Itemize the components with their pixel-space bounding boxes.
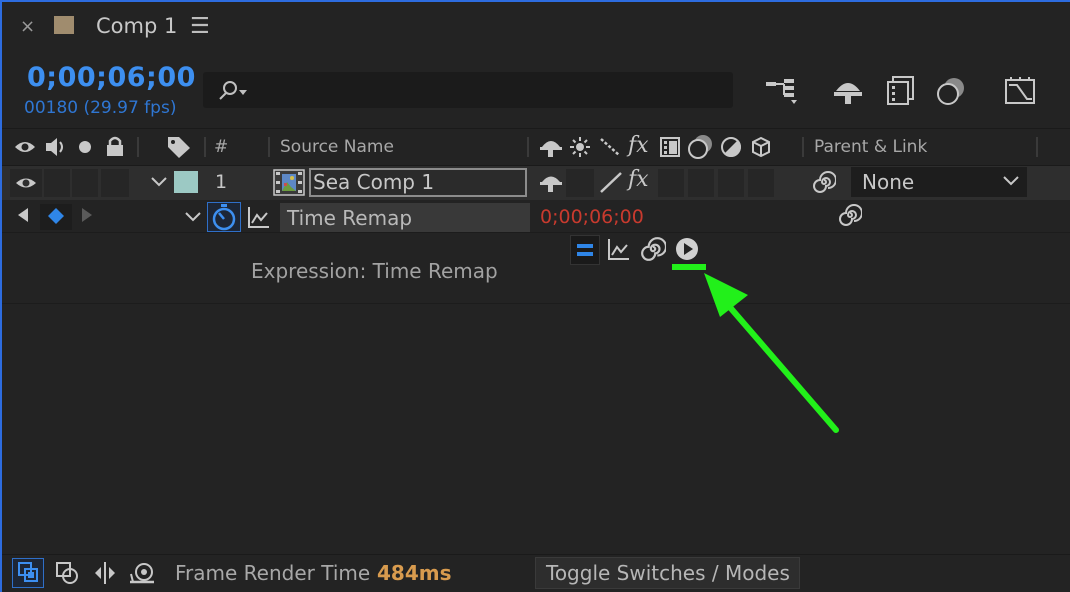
comp-flowchart-icon[interactable] bbox=[762, 74, 802, 108]
layer-label-swatch[interactable] bbox=[174, 171, 198, 193]
graph-editor-icon[interactable] bbox=[1000, 74, 1040, 108]
annotation-arrow bbox=[672, 264, 839, 433]
graph-editor-toggle-icon[interactable] bbox=[247, 205, 271, 229]
header-divider bbox=[802, 137, 804, 157]
frame-blending-icon[interactable] bbox=[881, 74, 921, 108]
frame-count-display: 00180 (29.97 fps) bbox=[24, 98, 177, 118]
in-out-stretch-icon[interactable] bbox=[92, 560, 118, 586]
prev-keyframe-icon[interactable] bbox=[16, 207, 30, 223]
layer-3d-switch[interactable] bbox=[748, 169, 774, 197]
property-pick-whip-icon[interactable] bbox=[838, 203, 862, 227]
parent-selected-value: None bbox=[862, 170, 915, 194]
parent-dropdown-chevron-icon[interactable] bbox=[1002, 175, 1020, 187]
collapse-sun-icon[interactable] bbox=[569, 136, 591, 158]
frame-render-time-value: 484ms bbox=[377, 561, 452, 585]
close-tab-icon[interactable]: × bbox=[20, 16, 35, 37]
motion-blur-switch-icon[interactable] bbox=[687, 134, 715, 160]
stopwatch-icon[interactable] bbox=[211, 203, 237, 231]
layer-eye-icon[interactable] bbox=[14, 174, 38, 192]
video-eye-icon[interactable] bbox=[13, 137, 37, 157]
precomp-footage-icon bbox=[273, 169, 305, 196]
next-keyframe-icon[interactable] bbox=[80, 207, 94, 223]
expression-row bbox=[2, 234, 1070, 304]
audio-speaker-icon[interactable] bbox=[44, 136, 68, 158]
tab-comp-title[interactable]: Comp 1 bbox=[96, 14, 177, 38]
frame-render-time-label: Frame Render Time bbox=[175, 561, 371, 585]
header-divider bbox=[137, 137, 139, 157]
motion-blur-icon[interactable] bbox=[931, 74, 971, 108]
layer-number: 1 bbox=[215, 171, 228, 193]
header-divider bbox=[527, 137, 529, 157]
quality-slash-icon[interactable] bbox=[598, 136, 622, 158]
parent-pick-whip-icon[interactable] bbox=[812, 170, 836, 194]
label-tag-icon[interactable] bbox=[166, 135, 192, 159]
comp-color-swatch bbox=[54, 16, 74, 34]
header-parent-link[interactable]: Parent & Link bbox=[814, 137, 927, 157]
header-divider bbox=[268, 137, 270, 157]
layer-quality-icon[interactable] bbox=[597, 170, 625, 196]
property-name[interactable]: Time Remap bbox=[287, 206, 412, 230]
property-value[interactable]: 0;00;06;00 bbox=[540, 206, 644, 228]
expand-layer-chevron-icon[interactable] bbox=[150, 176, 168, 188]
layer-name[interactable]: Sea Comp 1 bbox=[313, 170, 434, 194]
layer-adjustment-switch[interactable] bbox=[718, 169, 744, 197]
shy-layers-icon[interactable] bbox=[828, 74, 868, 108]
render-time-snail-icon[interactable] bbox=[128, 560, 158, 586]
layer-lock-switch[interactable] bbox=[101, 169, 129, 197]
3d-layer-cube-icon[interactable] bbox=[750, 136, 772, 158]
collapse-property-chevron-icon[interactable] bbox=[184, 211, 202, 223]
layer-frame-blend-switch[interactable] bbox=[658, 169, 684, 197]
shy-switch-icon[interactable] bbox=[538, 135, 564, 159]
header-source-name[interactable]: Source Name bbox=[280, 137, 394, 157]
header-divider bbox=[1036, 137, 1038, 157]
transfer-controls-icon[interactable] bbox=[55, 561, 81, 585]
enable-expression-equals-icon[interactable] bbox=[576, 241, 594, 259]
header-divider bbox=[204, 137, 206, 157]
frame-blend-switch-icon[interactable] bbox=[659, 136, 681, 158]
search-icon bbox=[219, 81, 247, 100]
property-row bbox=[2, 201, 1070, 233]
layer-switches-icon[interactable] bbox=[17, 561, 41, 585]
layer-motion-blur-switch[interactable] bbox=[688, 169, 714, 197]
layer-effects-fx-icon[interactable]: fx bbox=[628, 167, 649, 192]
expression-label: Expression: Time Remap bbox=[251, 259, 498, 283]
toggle-switches-modes-label[interactable]: Toggle Switches / Modes bbox=[546, 561, 790, 585]
current-time-display[interactable]: 0;00;06;00 bbox=[27, 62, 196, 93]
panel-menu-icon[interactable]: ☰ bbox=[190, 14, 210, 39]
expression-graph-icon[interactable] bbox=[607, 237, 631, 261]
layer-shy-switch-icon[interactable] bbox=[538, 171, 564, 193]
layer-collapse-switch[interactable] bbox=[566, 169, 594, 197]
layer-audio-switch[interactable] bbox=[44, 169, 70, 197]
search-input[interactable] bbox=[203, 72, 733, 108]
keyframe-diamond-icon[interactable] bbox=[46, 206, 66, 226]
solo-dot-icon[interactable] bbox=[77, 139, 93, 155]
effects-fx-icon[interactable]: fx bbox=[628, 133, 649, 158]
header-layer-number[interactable]: # bbox=[214, 137, 228, 157]
lock-icon[interactable] bbox=[105, 135, 125, 157]
adjustment-layer-icon[interactable] bbox=[720, 136, 742, 158]
layer-solo-switch[interactable] bbox=[72, 169, 98, 197]
